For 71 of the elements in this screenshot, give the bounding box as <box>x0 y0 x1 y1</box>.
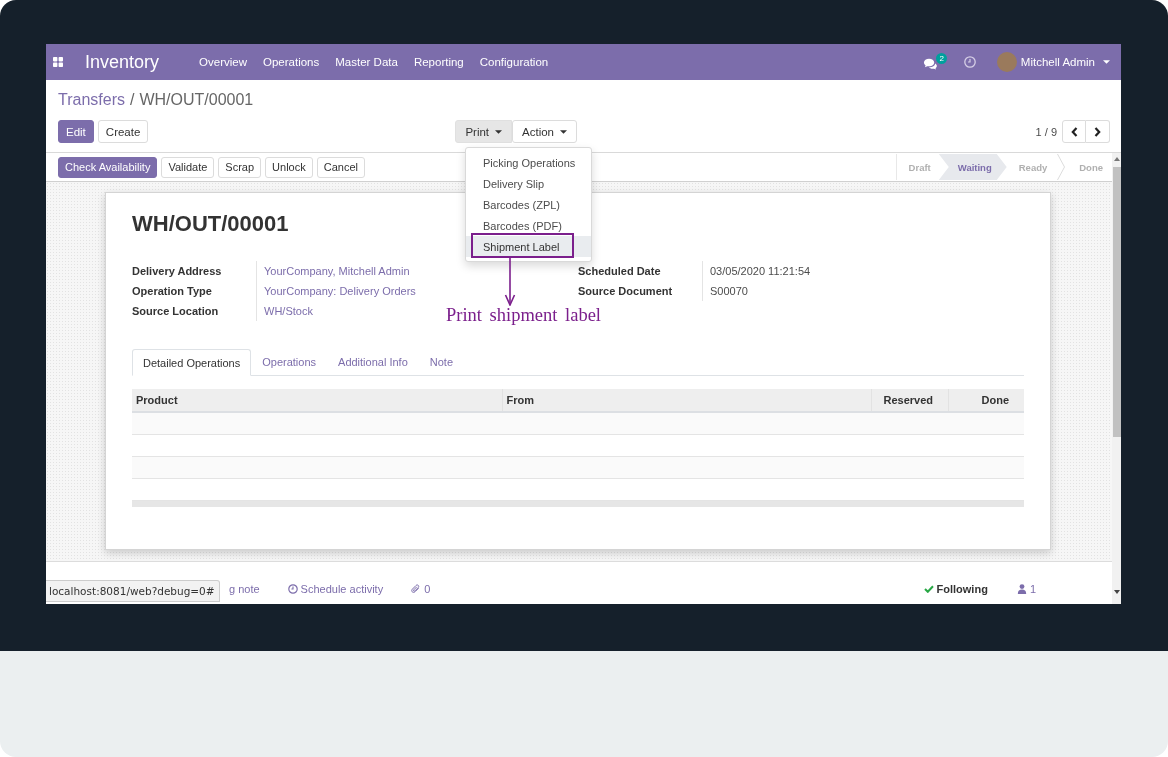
user-name[interactable]: Mitchell Admin <box>1020 56 1095 68</box>
menu-item[interactable]: Configuration <box>479 56 549 68</box>
primary-button[interactable]: Edit <box>58 120 94 143</box>
scrollbar[interactable] <box>1112 153 1121 604</box>
app-name[interactable]: Inventory <box>85 51 160 73</box>
clock-icon <box>287 584 298 594</box>
column-header[interactable]: Done <box>948 389 1024 411</box>
column-header[interactable]: Product <box>132 389 502 411</box>
followers-button[interactable]: 1 <box>1016 581 1036 597</box>
scrollbar-thumb[interactable] <box>1112 167 1121 437</box>
attachments-link[interactable]: 0 <box>411 581 431 597</box>
field-link[interactable]: YourCompany: Delivery Orders <box>264 285 416 297</box>
menu-item[interactable]: Barcodes (PDF) <box>466 215 591 236</box>
message-count-badge: 2 <box>936 52 947 64</box>
secondary-button[interactable]: Cancel <box>316 156 365 178</box>
secondary-button[interactable]: Scrap <box>218 156 262 178</box>
schedule-activity-link[interactable]: Schedule activity <box>287 581 384 597</box>
clock-icon[interactable] <box>963 56 976 68</box>
menu-item[interactable]: Operations <box>263 56 320 68</box>
caret-icon <box>495 129 503 134</box>
breadcrumb-separator: / <box>130 91 135 109</box>
pager-counter: 1 / 9 <box>1035 125 1057 138</box>
record-title: WH/OUT/00001 <box>132 210 289 238</box>
following-toggle[interactable]: Following <box>923 581 988 597</box>
log-note-link[interactable]: g note <box>229 581 260 597</box>
field-link[interactable]: WH/Stock <box>264 305 313 317</box>
column-header[interactable]: Reserved <box>871 389 948 411</box>
tab[interactable]: Additional Info <box>327 349 419 375</box>
action-dropdown-button[interactable]: Action <box>512 120 577 143</box>
caret-icon[interactable] <box>1103 60 1110 64</box>
secondary-button[interactable]: Validate <box>161 156 215 178</box>
menu-item[interactable]: Picking Operations <box>466 152 591 173</box>
menu-item[interactable]: Barcodes (ZPL) <box>466 194 591 215</box>
tab[interactable]: Detailed Operations <box>132 349 252 376</box>
apps-grid-icon[interactable] <box>53 57 63 67</box>
paperclip-icon <box>411 584 422 594</box>
status-stage[interactable]: Waiting <box>938 154 1007 180</box>
scroll-down-icon[interactable] <box>1113 590 1120 594</box>
next-button[interactable] <box>1086 120 1110 143</box>
field-value: 03/05/2020 11:21:54 <box>710 265 811 277</box>
field-label: Operation Type <box>132 284 213 299</box>
secondary-button[interactable]: Unlock <box>265 156 313 178</box>
scroll-up-icon[interactable] <box>1113 157 1120 161</box>
breadcrumb-link[interactable]: Transfers <box>58 91 125 109</box>
secondary-button[interactable]: Create <box>97 120 149 143</box>
menu-item[interactable]: Overview <box>199 56 247 68</box>
tab[interactable]: Operations <box>251 349 328 375</box>
field-label: Source Location <box>132 304 220 319</box>
print-dropdown-button[interactable]: Print <box>455 120 513 143</box>
previous-button[interactable] <box>1062 120 1086 143</box>
menu-item[interactable]: Delivery Slip <box>466 173 591 194</box>
primary-button[interactable]: Check Availability <box>58 156 158 178</box>
column-header[interactable]: From <box>501 389 871 411</box>
breadcrumb-current: WH/OUT/00001 <box>139 91 254 109</box>
chevron-right-icon <box>1094 126 1101 137</box>
chat-icon[interactable] <box>923 57 938 70</box>
annotation-arrow <box>504 258 516 306</box>
menu-item[interactable]: Reporting <box>413 56 464 68</box>
link-url-tooltip: localhost:8081/web?debug=0# <box>46 580 220 602</box>
field-label: Delivery Address <box>132 264 223 279</box>
field-value: S00070 <box>710 285 748 297</box>
field-link[interactable]: YourCompany, Mitchell Admin <box>264 265 410 277</box>
check-icon <box>923 585 934 593</box>
annotation-text: Print shipment label <box>446 304 601 326</box>
menu-item[interactable]: Master Data <box>335 56 398 68</box>
field-label: Source Document <box>578 284 674 299</box>
caret-icon <box>560 129 567 134</box>
tab[interactable]: Note <box>418 349 464 375</box>
user-icon <box>1016 584 1027 594</box>
field-label: Scheduled Date <box>578 264 662 279</box>
chevron-left-icon <box>1070 126 1078 137</box>
